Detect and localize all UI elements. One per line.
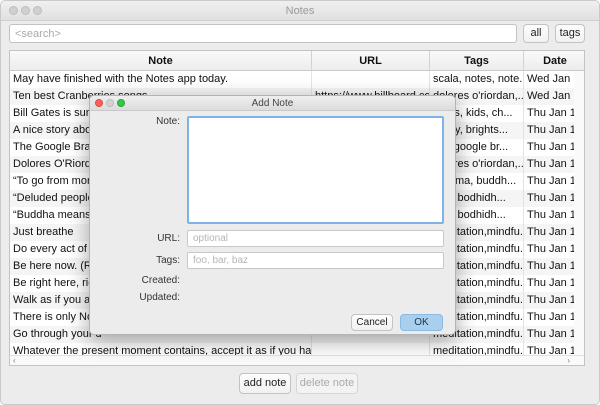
scroll-right-icon[interactable]: › — [567, 356, 570, 365]
column-header-url[interactable]: URL — [312, 51, 430, 71]
delete-note-button[interactable]: delete note — [296, 373, 358, 394]
tags-button[interactable]: tags — [555, 24, 585, 43]
main-window: Notes all tags Note URL Tags Date May ha… — [0, 0, 600, 405]
add-note-button[interactable]: add note — [239, 373, 291, 394]
vertical-scrollbar[interactable]: ⌄ — [574, 71, 584, 365]
cell-note: May have finished with the Notes app tod… — [10, 71, 312, 88]
dialog-title: Add Note — [251, 98, 294, 109]
note-textarea[interactable] — [187, 116, 444, 224]
table-header: Note URL Tags Date — [10, 51, 584, 71]
column-header-tags[interactable]: Tags — [430, 51, 524, 71]
note-label: Note: — [156, 116, 180, 127]
dialog-titlebar: Add Note — [90, 96, 455, 111]
cancel-button[interactable]: Cancel — [351, 314, 393, 331]
window-title: Notes — [285, 5, 315, 17]
ok-button[interactable]: OK — [400, 314, 443, 331]
tags-label: Tags: — [156, 255, 180, 266]
add-note-dialog: Add Note Note: URL: Tags: Created: Updat… — [89, 95, 456, 335]
updated-label: Updated: — [139, 292, 180, 303]
cell-url — [312, 71, 430, 88]
url-label: URL: — [157, 233, 180, 244]
created-label: Created: — [141, 275, 180, 286]
cell-tags: scala, notes, note... — [430, 71, 524, 88]
column-header-note[interactable]: Note — [10, 51, 312, 71]
horizontal-scrollbar[interactable]: ‹ › — [10, 355, 584, 365]
search-input[interactable] — [9, 24, 517, 43]
url-input[interactable] — [187, 230, 444, 247]
tags-input[interactable] — [187, 252, 444, 269]
column-header-date[interactable]: Date — [524, 51, 584, 71]
scroll-left-icon[interactable]: ‹ — [13, 356, 16, 365]
window-titlebar: Notes — [1, 1, 599, 21]
table-row[interactable]: May have finished with the Notes app tod… — [10, 71, 584, 88]
all-button[interactable]: all — [523, 24, 549, 43]
